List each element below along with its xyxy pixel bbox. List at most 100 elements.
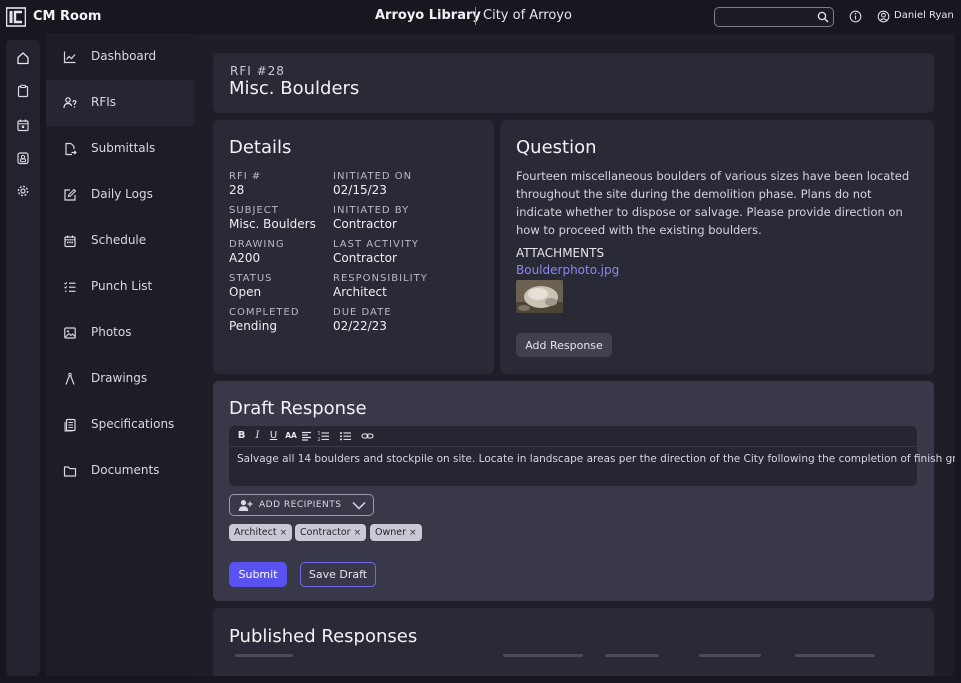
question-text: Fourteen miscellaneous boulders of vario…	[516, 169, 910, 237]
client-name: City of Arroyo	[483, 8, 572, 23]
sidebar-item-schedule[interactable]: Schedule	[46, 218, 194, 264]
recipient-chip: Architect ×	[229, 524, 293, 541]
detail-value: 02/22/23	[333, 319, 387, 333]
remove-recipient-icon[interactable]: ×	[280, 528, 288, 538]
clipboard-icon[interactable]	[16, 84, 30, 98]
italic-button[interactable]: I	[251, 429, 264, 443]
chart-line-icon	[63, 51, 76, 64]
add-response-button[interactable]: Add Response	[516, 333, 612, 357]
cutoff-column-header	[795, 654, 875, 657]
sidebar-item-rfis[interactable]: RFIs	[46, 80, 194, 126]
published-responses-card: Published Responses	[213, 608, 934, 676]
sidebar-item-submittals[interactable]: Submittals	[46, 126, 194, 172]
submit-button[interactable]: Submit	[229, 562, 287, 587]
info-icon[interactable]	[849, 10, 862, 23]
user-avatar-icon[interactable]	[877, 10, 890, 23]
question-title: Question	[516, 137, 597, 158]
align-left-icon[interactable]	[300, 429, 313, 443]
add-recipients-dropdown[interactable]: ADD RECIPIENTS	[229, 494, 374, 516]
users-question-icon	[63, 97, 77, 109]
cutoff-column-header	[503, 654, 583, 657]
detail-label: RFI #	[229, 171, 262, 182]
detail-label: INITIATED BY	[333, 205, 410, 216]
details-title: Details	[229, 137, 292, 158]
sidebar-item-label: Punch List	[91, 279, 153, 293]
detail-rfi-number: RFI # 28	[229, 171, 261, 197]
user-plus-icon	[238, 500, 253, 511]
sidebar-item-label: Dashboard	[91, 49, 157, 63]
attachment-link[interactable]: Boulderphoto.jpg	[516, 263, 619, 277]
sidebar-item-punch-list[interactable]: Punch List	[46, 264, 194, 310]
detail-label: COMPLETED	[229, 307, 300, 318]
sidebar-item-photos[interactable]: Photos	[46, 310, 194, 356]
rich-text-editor[interactable]: B I U AA 1 2 Salvage all 14 boulders and…	[229, 426, 955, 486]
bold-button[interactable]: B	[235, 429, 248, 443]
lock-icon[interactable]	[16, 151, 30, 165]
detail-value: Open	[229, 285, 262, 299]
underline-button[interactable]: U	[267, 429, 280, 443]
detail-status: STATUS Open	[229, 273, 273, 299]
calendar-icon[interactable]	[16, 118, 30, 132]
svg-text:1: 1	[318, 431, 321, 437]
checklist-icon	[64, 281, 76, 292]
cm-room-logo-icon[interactable]	[6, 7, 26, 27]
cutoff-column-header	[699, 654, 761, 657]
details-card: Details RFI # 28 INITIATED ON 02/15/23 S…	[213, 120, 494, 374]
title-divider	[475, 7, 476, 25]
sidebar-item-label: Daily Logs	[91, 187, 153, 201]
detail-due-date: DUE DATE 02/22/23	[333, 307, 392, 333]
remove-recipient-icon[interactable]: ×	[354, 528, 362, 538]
sidebar-item-label: RFIs	[91, 95, 117, 109]
calendar-icon	[64, 235, 76, 248]
sidebar-item-label: Drawings	[91, 371, 148, 385]
sidebar-item-label: Documents	[91, 463, 160, 477]
image-icon	[64, 327, 76, 339]
attachment-thumbnail[interactable]	[516, 280, 563, 313]
file-export-icon	[65, 142, 77, 156]
font-size-button[interactable]: AA	[284, 429, 298, 443]
main-content[interactable]: RFI #28 Misc. Boulders Details RFI # 28 …	[194, 34, 955, 676]
sidebar-item-drawings[interactable]: Drawings	[46, 356, 194, 402]
sidebar-item-documents[interactable]: Documents	[46, 448, 194, 494]
ordered-list-icon[interactable]: 1 2	[317, 429, 330, 443]
recipient-chip: Owner ×	[370, 524, 422, 541]
project-name[interactable]: Arroyo Library	[375, 8, 481, 23]
sidebar: Dashboard RFIs Submittals Daily Logs Sch…	[46, 34, 194, 676]
home-icon[interactable]	[16, 51, 30, 65]
document-stack-icon	[64, 418, 76, 432]
app-title: CM Room	[33, 9, 102, 24]
detail-value: 28	[229, 183, 245, 197]
search-icon[interactable]	[817, 11, 829, 23]
sidebar-item-daily-logs[interactable]: Daily Logs	[46, 172, 194, 218]
detail-label: SUBJECT	[229, 205, 279, 216]
detail-completed: COMPLETED Pending	[229, 307, 300, 333]
draft-response-card: Draft Response B I U AA 1 2 Salvage all …	[213, 381, 955, 601]
search-box[interactable]	[714, 7, 834, 27]
detail-value: Contractor	[333, 251, 397, 265]
save-draft-button[interactable]: Save Draft	[300, 562, 376, 587]
rfi-header-card: RFI #28 Misc. Boulders	[213, 53, 934, 113]
chevron-down-icon	[352, 501, 366, 510]
user-name[interactable]: Daniel Ryan	[894, 10, 954, 21]
detail-value: Architect	[333, 285, 387, 299]
link-icon[interactable]	[361, 429, 374, 443]
sidebar-item-specifications[interactable]: Specifications	[46, 402, 194, 448]
folder-icon	[63, 466, 77, 477]
detail-last-activity: LAST ACTIVITY Contractor	[333, 239, 419, 265]
remove-recipient-icon[interactable]: ×	[409, 528, 417, 538]
sidebar-item-dashboard[interactable]: Dashboard	[46, 34, 194, 80]
bullet-list-icon[interactable]	[339, 429, 352, 443]
gear-icon[interactable]	[16, 184, 30, 198]
search-input[interactable]	[719, 9, 815, 25]
cutoff-column-header	[605, 654, 659, 657]
icon-rail	[6, 40, 40, 676]
svg-text:2: 2	[318, 437, 321, 443]
detail-label: DUE DATE	[333, 307, 392, 318]
published-responses-title: Published Responses	[229, 626, 418, 647]
recipient-name: Contractor	[300, 527, 351, 538]
compass-icon	[65, 372, 75, 385]
draft-response-text[interactable]: Salvage all 14 boulders and stockpile on…	[237, 453, 955, 465]
recipient-name: Owner	[375, 527, 407, 538]
question-card: Question Fourteen miscellaneous boulders…	[500, 120, 934, 374]
detail-label: LAST ACTIVITY	[333, 239, 419, 250]
